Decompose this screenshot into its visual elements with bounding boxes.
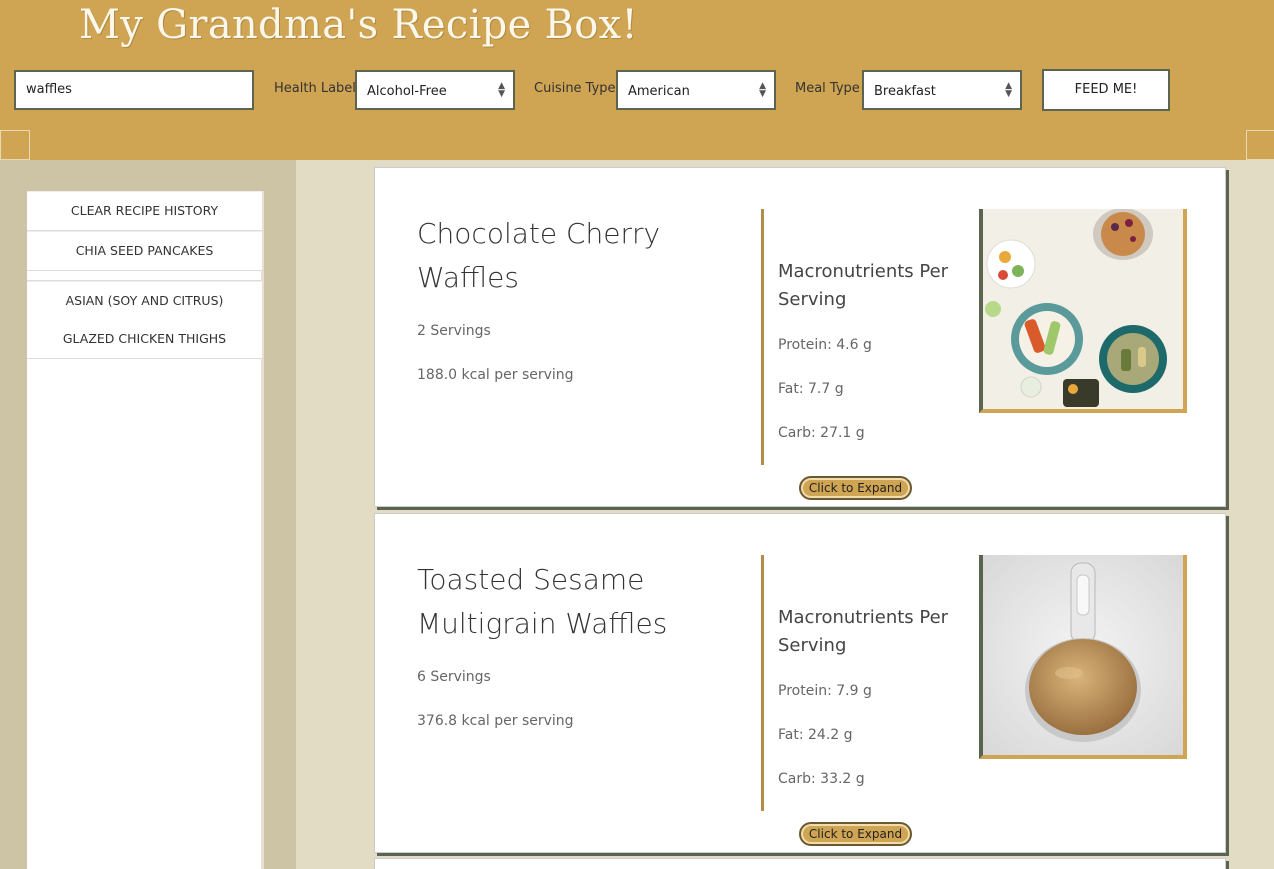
recipe-title-line1: Toasted Sesame <box>417 563 645 596</box>
recipe-title-line2: Multigrain Waffles <box>417 607 668 640</box>
macro-title-line1: Macronutrients Per <box>778 607 949 628</box>
meal-type-select[interactable]: Breakfast ▲ ▼ <box>862 70 1022 110</box>
recipe-card <box>374 858 1226 869</box>
corner-decoration <box>0 130 30 160</box>
health-label-label: Health Label <box>274 81 356 96</box>
recipe-card: Chocolate Cherry Waffles 2 Servings 188.… <box>374 167 1226 507</box>
history-item-asian-glazed-chicken[interactable]: ASIAN (SOY AND CITRUS) GLAZED CHICKEN TH… <box>27 281 262 359</box>
recipe-title: Toasted Sesame Multigrain Waffles <box>417 558 737 646</box>
macro-carb: Carb: 33.2 g <box>778 771 865 787</box>
search-input-value: waffles <box>26 82 72 97</box>
recipe-servings: 6 Servings <box>417 669 491 685</box>
macro-fat: Fat: 24.2 g <box>778 727 853 743</box>
expand-recipe-button[interactable]: Click to Expand <box>799 822 912 846</box>
corner-decoration <box>1246 130 1274 160</box>
card-divider <box>761 209 764 465</box>
expand-recipe-button[interactable]: Click to Expand <box>799 476 912 500</box>
site-header: My Grandma's Recipe Box! waffles Health … <box>0 0 1274 160</box>
site-title: My Grandma's Recipe Box! <box>79 2 638 48</box>
food-bowls-image <box>979 209 1187 413</box>
clear-history-button[interactable]: CLEAR RECIPE HISTORY <box>27 191 262 231</box>
macro-protein: Protein: 4.6 g <box>778 337 872 353</box>
sidebar-divider <box>27 271 261 281</box>
macro-protein: Protein: 7.9 g <box>778 683 872 699</box>
meal-type-value: Breakfast <box>874 84 936 99</box>
cuisine-type-value: American <box>628 84 690 99</box>
recipe-history-sidebar: CLEAR RECIPE HISTORY CHIA SEED PANCAKES … <box>27 191 264 869</box>
feed-me-button[interactable]: FEED ME! <box>1042 69 1170 111</box>
recipe-title-line2: Waffles <box>417 261 519 294</box>
sesame-seeds-scoop-image <box>979 555 1187 759</box>
macro-carb: Carb: 27.1 g <box>778 425 865 441</box>
recipe-kcal: 188.0 kcal per serving <box>417 367 574 383</box>
select-arrows-icon: ▲ ▼ <box>498 81 505 99</box>
select-arrows-icon: ▲ ▼ <box>1005 81 1012 99</box>
macro-title-line2: Serving <box>778 289 847 310</box>
sesame-scoop-illustration <box>983 555 1183 755</box>
recipe-servings: 2 Servings <box>417 323 491 339</box>
meal-type-label: Meal Type <box>795 81 860 96</box>
card-divider <box>761 555 764 811</box>
history-item-label-line2: GLAZED CHICKEN THIGHS <box>62 331 227 346</box>
cuisine-type-select[interactable]: American ▲ ▼ <box>616 70 776 110</box>
recipe-title: Chocolate Cherry Waffles <box>417 212 737 300</box>
history-item-chia-seed-pancakes[interactable]: CHIA SEED PANCAKES <box>27 231 262 271</box>
history-item-label-line1: ASIAN (SOY AND CITRUS) <box>65 293 224 308</box>
macro-title-line1: Macronutrients Per <box>778 261 949 282</box>
recipe-title-line1: Chocolate Cherry <box>417 217 661 250</box>
recipe-card: Toasted Sesame Multigrain Waffles 6 Serv… <box>374 513 1226 853</box>
select-arrows-icon: ▲ ▼ <box>759 81 766 99</box>
macro-fat: Fat: 7.7 g <box>778 381 844 397</box>
macro-title: Macronutrients Per Serving <box>778 258 958 314</box>
health-label-select[interactable]: Alcohol-Free ▲ ▼ <box>355 70 515 110</box>
macro-title-line2: Serving <box>778 635 847 656</box>
food-bowls-illustration <box>983 209 1183 409</box>
health-label-value: Alcohol-Free <box>367 84 447 99</box>
cuisine-type-label: Cuisine Type <box>534 81 616 96</box>
macro-title: Macronutrients Per Serving <box>778 604 958 660</box>
search-input[interactable]: waffles <box>14 70 254 110</box>
recipe-kcal: 376.8 kcal per serving <box>417 713 574 729</box>
